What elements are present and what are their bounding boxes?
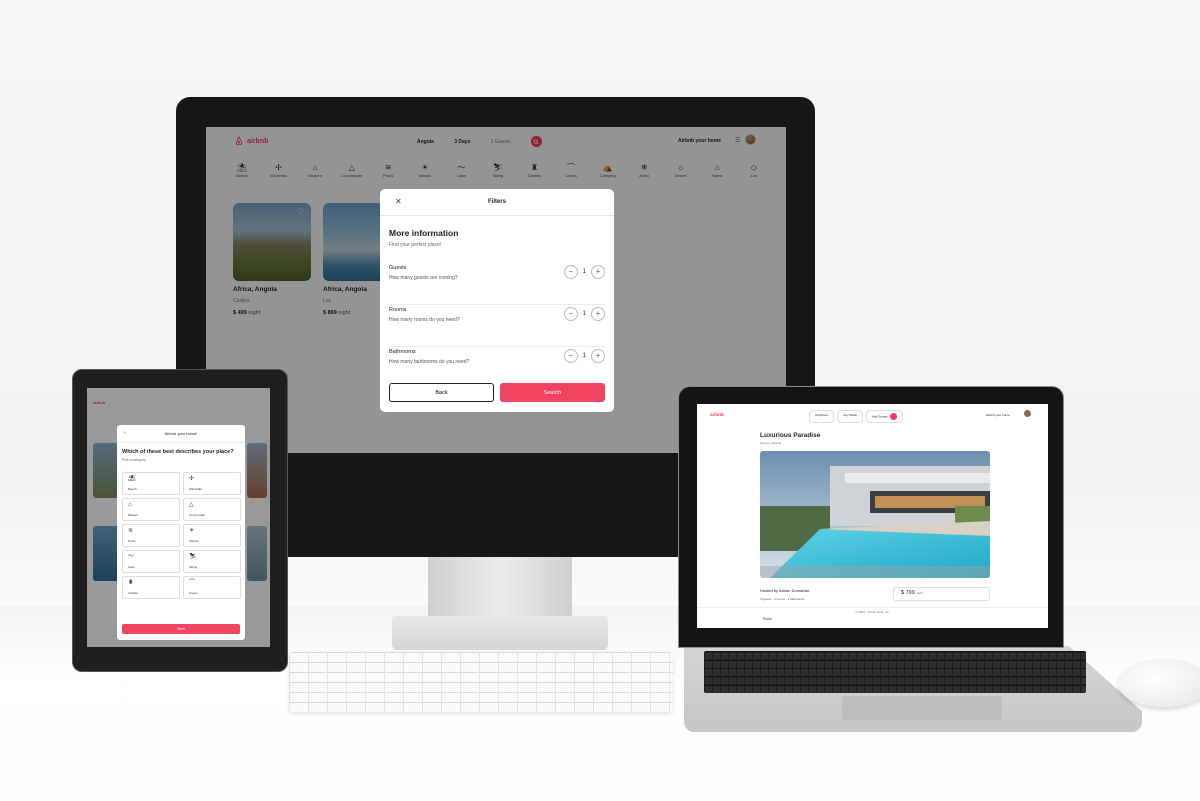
row-question: How many guests are coming? bbox=[389, 275, 458, 281]
rooms-stepper: − 1 + bbox=[563, 307, 605, 321]
search-location[interactable]: Anywhere bbox=[809, 410, 835, 423]
listing-location: Europe, Albania bbox=[760, 441, 782, 445]
tile-label: Countryside bbox=[189, 513, 206, 517]
category-tile-skiing[interactable]: ⛷ Skiing bbox=[183, 550, 241, 573]
island-icon: ☀ bbox=[189, 528, 195, 534]
desktop-keyboard bbox=[289, 652, 673, 712]
next-button[interactable]: Next bbox=[122, 624, 240, 634]
tile-label: Pools bbox=[128, 539, 136, 543]
category-tile-pools[interactable]: ≋ Pools bbox=[122, 524, 180, 547]
tile-label: Islands bbox=[189, 539, 199, 543]
laptop-trackpad bbox=[842, 696, 1002, 720]
guests-stepper: − 1 + bbox=[563, 265, 605, 279]
laptop-screen: airbnb Anywhere Any Week Add Guests Airb… bbox=[697, 404, 1048, 628]
category-tile-beach[interactable]: ⛱ Beach bbox=[122, 472, 180, 495]
modern-icon: ⌂ bbox=[128, 502, 132, 508]
search-submit-button[interactable]: Search bbox=[500, 383, 605, 402]
listing-hero-photo bbox=[760, 451, 990, 578]
search-icon[interactable] bbox=[889, 413, 897, 420]
brand-name[interactable]: airbnb bbox=[710, 412, 724, 417]
stepper-value: 1 bbox=[582, 311, 586, 317]
tile-label: Windmills bbox=[189, 487, 202, 491]
back-button[interactable]: Back bbox=[389, 383, 494, 402]
villa-pool-illustration bbox=[760, 451, 990, 578]
modal-heading: More information bbox=[389, 228, 459, 238]
pool-icon: ≋ bbox=[128, 528, 134, 534]
tablet-screen: airbnb ‹ Airbnb your home! Which of thes… bbox=[87, 388, 270, 647]
category-tile-windmills[interactable]: ✢ Windmills bbox=[183, 472, 241, 495]
price-value: $ 799 bbox=[901, 590, 915, 596]
tile-label: Beach bbox=[128, 487, 137, 491]
category-modal: ‹ Airbnb your home! Which of these best … bbox=[117, 425, 245, 640]
category-tile-lake[interactable]: 〜 Lake bbox=[122, 550, 180, 573]
row-question: How many rooms do you need? bbox=[389, 317, 460, 323]
hosted-by: Hosted by Adrian Domański bbox=[760, 588, 810, 593]
guests-row: Guests How many guests are coming? − 1 + bbox=[389, 265, 605, 305]
modal-title: Filters bbox=[487, 199, 506, 205]
search-dates[interactable]: Any Week bbox=[837, 410, 863, 423]
countryside-icon: △ bbox=[189, 502, 194, 508]
category-grid: ⛱ Beach ✢ Windmills ⌂ Modern △ Countryside ≋ Pool… bbox=[122, 472, 241, 599]
bottom-nav-item[interactable]: Pools bbox=[763, 617, 772, 621]
guests-text: Add Guests bbox=[871, 414, 888, 419]
avatar[interactable] bbox=[1024, 410, 1031, 417]
windmill-icon: ✢ bbox=[189, 476, 195, 482]
row-label: Rooms bbox=[389, 307, 407, 313]
listing-title: Luxurious Paradise bbox=[760, 432, 821, 439]
minus-icon[interactable]: − bbox=[563, 307, 578, 321]
minus-icon[interactable]: − bbox=[563, 349, 578, 363]
modal-subheading: Pick a category bbox=[122, 458, 146, 462]
tile-label: Lake bbox=[128, 565, 135, 569]
modal-subheading: Find your perfect place! bbox=[389, 242, 442, 248]
tile-label: Skiing bbox=[189, 565, 198, 569]
tile-label: Castles bbox=[128, 591, 139, 595]
category-tile-caves[interactable]: ⌒ Caves bbox=[183, 576, 241, 599]
plus-icon[interactable]: + bbox=[591, 349, 605, 363]
category-tile-castles[interactable]: ♜ Castles bbox=[122, 576, 180, 599]
minus-icon[interactable]: − bbox=[563, 265, 578, 279]
row-question: How many bahtrooms do you need? bbox=[389, 359, 470, 365]
skiing-icon: ⛷ bbox=[189, 554, 197, 560]
magic-mouse bbox=[1118, 659, 1200, 707]
footer: © 2023 · Adrian Nest, Inc. bbox=[697, 607, 1048, 614]
modal-header: ‹ Airbnb your home! bbox=[117, 425, 245, 443]
lake-icon: 〜 bbox=[128, 554, 135, 560]
tile-label: Caves bbox=[189, 591, 198, 595]
modal-header: ✕ Filters bbox=[380, 189, 614, 216]
beach-icon: ⛱ bbox=[128, 476, 136, 482]
castle-icon: ♜ bbox=[128, 580, 134, 586]
price-box: $ 799 night bbox=[893, 587, 990, 601]
listing-meta: 3 guests · 2 rooms · 1 bathrooms bbox=[760, 597, 805, 601]
plus-icon[interactable]: + bbox=[591, 307, 605, 321]
modal-title: Airbnb your home! bbox=[164, 431, 198, 436]
filters-modal: ✕ Filters More information Find your per… bbox=[380, 189, 614, 412]
laptop-keyboard bbox=[704, 651, 1086, 693]
category-tile-islands[interactable]: ☀ Islands bbox=[183, 524, 241, 547]
modal-heading: Which of these best describes your place… bbox=[122, 449, 234, 455]
bathrooms-stepper: − 1 + bbox=[563, 349, 605, 363]
row-label: Guests bbox=[389, 265, 407, 271]
plus-icon[interactable]: + bbox=[591, 265, 605, 279]
search-guests[interactable]: Add Guests bbox=[865, 410, 903, 423]
rooms-row: Rooms How many rooms do you need? − 1 + bbox=[389, 307, 605, 347]
host-link[interactable]: Airbnb your home bbox=[986, 413, 1010, 417]
imac-foot bbox=[392, 616, 608, 650]
cave-icon: ⌒ bbox=[189, 580, 196, 586]
search-bar[interactable]: Anywhere Any Week Add Guests bbox=[809, 410, 903, 423]
price-unit: night bbox=[916, 591, 923, 595]
stepper-value: 1 bbox=[582, 269, 586, 275]
category-tile-countryside[interactable]: △ Countryside bbox=[183, 498, 241, 521]
row-label: Bathrooms bbox=[389, 349, 416, 355]
category-tile-modern[interactable]: ⌂ Modern bbox=[122, 498, 180, 521]
stepper-value: 1 bbox=[582, 353, 586, 359]
tile-label: Modern bbox=[128, 513, 139, 517]
